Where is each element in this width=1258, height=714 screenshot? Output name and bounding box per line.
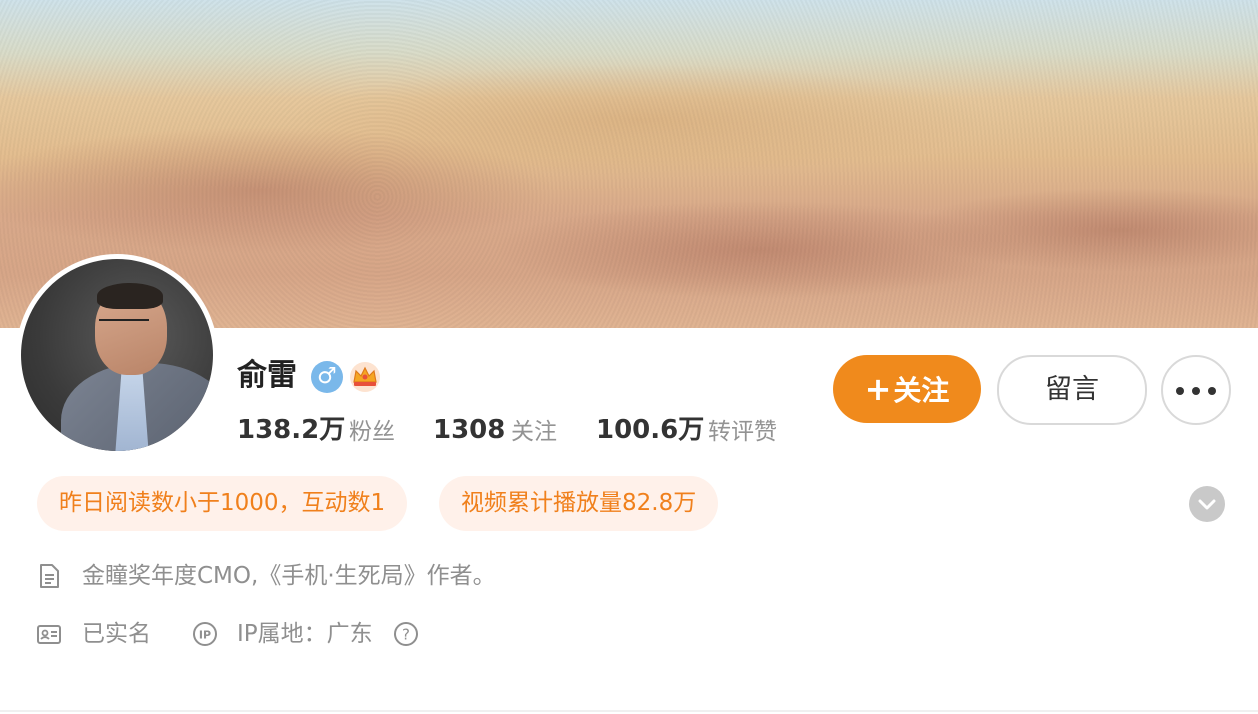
following-count[interactable]: 1308 [433, 410, 505, 450]
follow-button-label: 关注 [893, 374, 950, 407]
avatar-photo [21, 259, 213, 451]
followers-label[interactable]: 粉丝 [349, 412, 395, 452]
avatar[interactable] [16, 254, 218, 456]
document-icon [40, 564, 59, 588]
more-icon[interactable] [1161, 355, 1231, 425]
realname-text: 已实名 [82, 621, 151, 647]
follow-button[interactable]: +关注 [833, 355, 981, 423]
id-card-icon [37, 625, 61, 644]
message-button[interactable]: 留言 [997, 355, 1147, 425]
svg-text:IP: IP [199, 629, 211, 642]
plus-icon: + [864, 370, 892, 408]
following-label[interactable]: 关注 [511, 412, 557, 452]
crown-icon[interactable] [348, 360, 382, 394]
bio-text: 金瞳奖年度CMO,《手机·生死局》作者。 [82, 563, 496, 589]
tag-video-plays[interactable]: 视频累计播放量82.8万 [439, 476, 719, 531]
engagement-count: 100.6万 [596, 415, 705, 445]
followers-count[interactable]: 138.2万 [237, 410, 345, 450]
divider [0, 710, 1258, 712]
profile-name: 俞雷 [237, 358, 297, 393]
ip-icon: IP [193, 622, 217, 646]
help-icon[interactable]: ? [393, 621, 419, 647]
engagement-label: 转评赞 [708, 419, 777, 445]
tag-reading-stats[interactable]: 昨日阅读数小于1000，互动数1 [37, 476, 408, 531]
ip-location-text: IP属地：广东 [237, 621, 373, 647]
male-icon: ♂ [311, 361, 343, 393]
profile-cover-image [0, 0, 1258, 328]
chevron-down-icon[interactable] [1189, 486, 1225, 522]
svg-text:?: ? [402, 626, 410, 644]
